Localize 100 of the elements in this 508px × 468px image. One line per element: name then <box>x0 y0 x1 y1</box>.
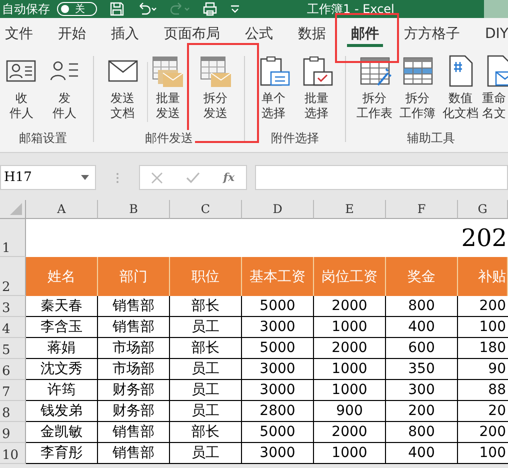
column-header[interactable]: B <box>98 200 170 219</box>
table-cell: 员工 <box>170 380 242 401</box>
row-header[interactable]: 10 <box>0 443 26 464</box>
table-cell: 财务部 <box>98 401 170 422</box>
column-header[interactable]: G <box>458 200 508 219</box>
cancel-icon[interactable] <box>151 172 164 184</box>
row-header[interactable]: 9 <box>0 422 26 443</box>
table-cell: 市场部 <box>98 359 170 380</box>
table-cell: 2000 <box>314 422 386 443</box>
table-cell: 员工 <box>170 401 242 422</box>
ribbon-button[interactable]: 批量 选择 <box>295 54 338 121</box>
ribbon-button[interactable]: 发 件人 <box>43 54 86 121</box>
table-cell: 员工 <box>170 359 242 380</box>
row-header[interactable]: 6 <box>0 359 26 380</box>
table-cell: 销售部 <box>98 443 170 464</box>
ribbon-tab[interactable]: 开始 <box>54 21 90 47</box>
ribbon-button[interactable]: 拆分 工作表 <box>353 54 396 121</box>
table-cell: 3000 <box>242 380 314 401</box>
save-icon[interactable] <box>110 2 124 16</box>
ribbon-tab[interactable]: 公式 <box>241 21 277 47</box>
ribbon-button[interactable]: 批量 发送 <box>151 54 185 121</box>
redo-icon[interactable] <box>170 2 190 16</box>
row-header[interactable]: 3 <box>0 296 26 317</box>
table-cell: 900 <box>314 401 386 422</box>
sheets-envelope-icon <box>151 54 185 88</box>
table-cell: 200 <box>458 422 508 443</box>
table-cell: 90 <box>458 359 508 380</box>
table-cell: 20 <box>458 401 508 422</box>
table-cell: 2000 <box>314 338 386 359</box>
column-header[interactable]: A <box>26 200 98 219</box>
row-header[interactable]: 7 <box>0 380 26 401</box>
row-header[interactable]: 1 <box>0 219 26 257</box>
table-cell: 200 <box>458 296 508 317</box>
name-box[interactable]: H17 <box>0 165 96 190</box>
header-cell: 基本工资 <box>242 257 314 296</box>
select-all-icon[interactable] <box>10 203 22 215</box>
window-title: 工作簿1 - Excel <box>307 0 394 18</box>
table-cell: 2000 <box>314 296 386 317</box>
table-cell: 部长 <box>170 422 242 443</box>
table-cell: 部长 <box>170 296 242 317</box>
table-cell: 180 <box>458 338 508 359</box>
ribbon-tab[interactable]: 邮件 <box>347 21 383 47</box>
ribbon-button[interactable]: 重命 名文 <box>482 54 508 121</box>
table-cell: 1000 <box>314 317 386 338</box>
dropdown-icon <box>81 175 89 180</box>
insert-function-button[interactable]: fx <box>223 171 235 184</box>
row-header[interactable]: 5 <box>0 338 26 359</box>
table-cell: 许筠 <box>26 380 98 401</box>
table-cell: 1000 <box>314 359 386 380</box>
ribbon-button[interactable]: 拆分 工作簿 <box>396 54 439 121</box>
ribbon-button[interactable]: 单个 选择 <box>252 54 295 121</box>
table-cell: 沈文秀 <box>26 359 98 380</box>
table-cell: 员工 <box>170 443 242 464</box>
column-header[interactable]: C <box>170 200 242 219</box>
row-header[interactable]: 4 <box>0 317 26 338</box>
table-cell: 财务部 <box>98 380 170 401</box>
table-cell: 5000 <box>242 422 314 443</box>
table-cell: 100 <box>458 443 508 464</box>
table-cell: 5000 <box>242 338 314 359</box>
header-cell: 补贴 <box>458 257 508 296</box>
table-cell: 600 <box>386 338 458 359</box>
table-cell: 350 <box>386 359 458 380</box>
table-cell: 400 <box>386 443 458 464</box>
check-icon[interactable] <box>186 172 200 184</box>
ribbon-tab[interactable]: 方方格子 <box>400 21 464 47</box>
column-header[interactable]: D <box>242 200 314 219</box>
table-cell: 3000 <box>242 359 314 380</box>
ribbon-tab[interactable]: 文件 <box>1 21 37 47</box>
column-header[interactable]: F <box>386 200 458 219</box>
ribbon-tab[interactable]: 插入 <box>107 21 143 47</box>
table-cell: 部长 <box>170 338 242 359</box>
sheet-envelope-icon <box>198 54 232 88</box>
ribbon-button[interactable]: 数值 化文档 <box>439 54 482 121</box>
header-cell: 岗位工资 <box>314 257 386 296</box>
table-cell: 800 <box>386 422 458 443</box>
customize-icon[interactable] <box>230 4 240 14</box>
ribbon-tab[interactable]: 数据 <box>294 21 330 47</box>
table-cell: 200 <box>386 401 458 422</box>
column-header[interactable]: E <box>314 200 386 219</box>
row-header[interactable]: 2 <box>0 257 26 296</box>
autosave-toggle[interactable]: 关 <box>57 2 97 16</box>
print-preview-icon[interactable] <box>203 2 217 16</box>
header-cell: 姓名 <box>26 257 98 296</box>
row-header[interactable]: 8 <box>0 401 26 422</box>
table-cell: 400 <box>386 317 458 338</box>
ribbon-button[interactable]: 收 件人 <box>0 54 43 121</box>
table-cell: 销售部 <box>98 422 170 443</box>
ribbon-button[interactable]: 拆分 发送 <box>194 54 237 121</box>
sheet-title: 202 <box>461 224 508 252</box>
formula-input[interactable] <box>255 165 508 190</box>
table-cell: 钱发弟 <box>26 401 98 422</box>
header-cell: 部门 <box>98 257 170 296</box>
ribbon-tab[interactable]: 页面布局 <box>160 21 224 47</box>
undo-icon[interactable] <box>137 2 157 16</box>
table-cell: 800 <box>386 296 458 317</box>
grip-icon <box>116 172 119 184</box>
table-cell: 300 <box>386 380 458 401</box>
group-label: 邮件发送 <box>143 130 195 147</box>
table-cell: 员工 <box>170 317 242 338</box>
ribbon-button[interactable]: 发送 文档 <box>101 54 144 121</box>
